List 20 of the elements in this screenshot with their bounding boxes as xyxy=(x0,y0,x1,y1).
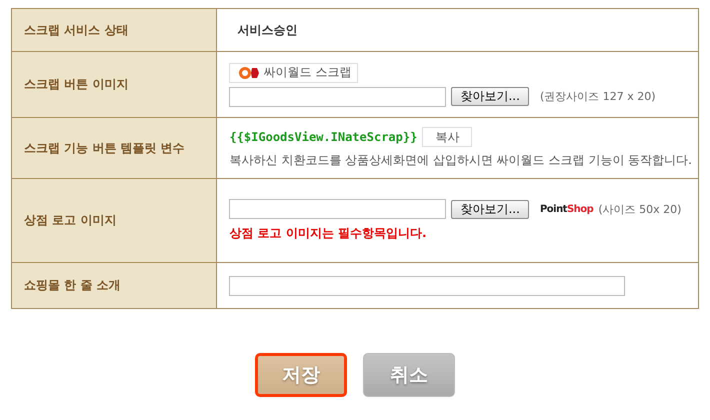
intro-field[interactable] xyxy=(229,276,626,296)
scrap-button[interactable]: 싸이월드 스크랩 xyxy=(229,62,358,82)
field-label: 스크랩 버튼 이미지 xyxy=(12,52,217,118)
browse-button[interactable]: 찾아보기... xyxy=(451,87,529,106)
field-label: 상점 로고 이미지 xyxy=(12,178,217,262)
size-hint: (사이즈 50x 20) xyxy=(598,202,682,216)
size-hint: (권장사이즈 127 x 20) xyxy=(540,89,656,104)
field-label: 스크랩 서비스 상태 xyxy=(12,8,217,52)
file-path-field[interactable] xyxy=(229,199,446,219)
copy-button[interactable]: 복사 xyxy=(422,127,472,147)
field-label: 스크랩 기능 버튼 템플릿 변수 xyxy=(12,118,217,178)
description-text: 복사하신 치환코드를 상품상세화면에 삽입하시면 싸이월드 스크랩 기능이 동작합니다. xyxy=(229,152,692,169)
scrap-logo-icon xyxy=(238,66,260,80)
field-label: 쇼핑몰 한 줄 소개 xyxy=(12,262,217,308)
browse-button[interactable]: 찾아보기... xyxy=(451,200,529,218)
shop-logo: PointShop xyxy=(540,204,594,214)
file-path-field[interactable] xyxy=(229,86,446,106)
error-message: 상점 로고 이미지는 필수항목입니다. xyxy=(229,225,428,242)
template-code: {{$IGoodsView.INateScrap}} xyxy=(229,130,418,144)
status-value: 서비스승인 xyxy=(236,22,298,36)
